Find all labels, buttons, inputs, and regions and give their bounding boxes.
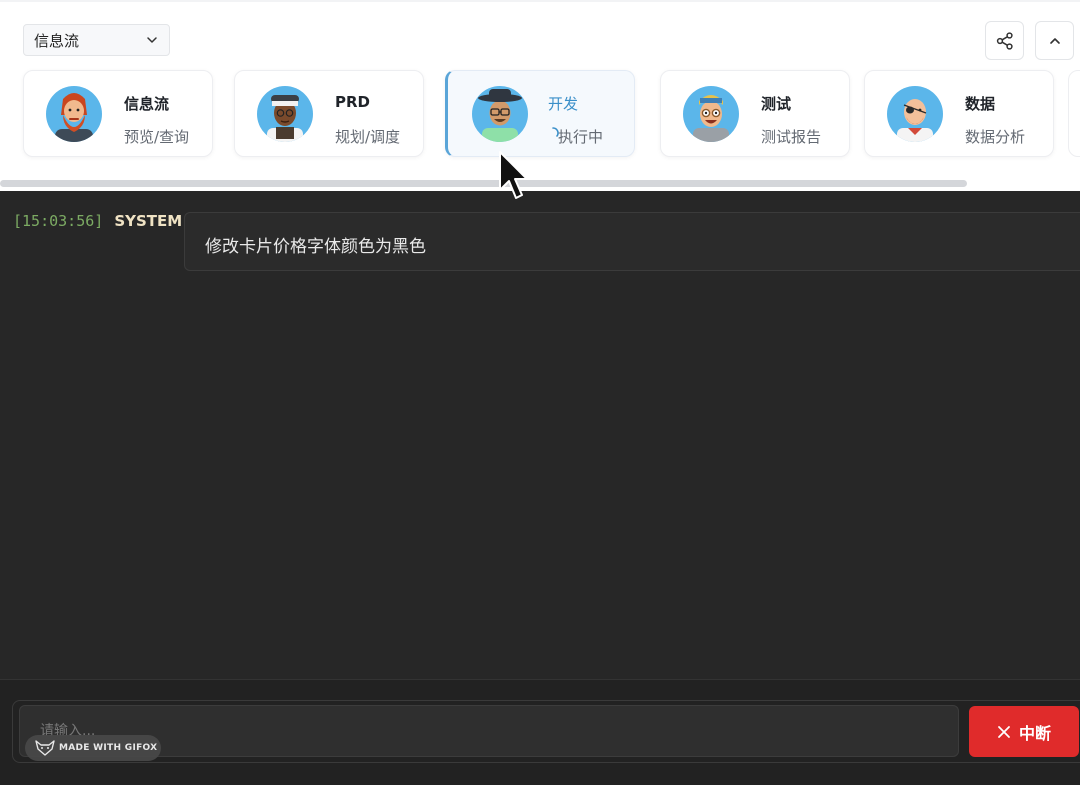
chevron-up-icon [1049,37,1060,44]
agent-card-feed[interactable]: 信息流 预览/查询 [23,70,213,157]
log-message: 修改卡片价格字体颜色为黑色 [184,212,1080,271]
interrupt-label: 中断 [1018,723,1051,743]
agent-status: 执行中 [558,128,604,146]
fox-logo-icon [35,740,55,756]
log-console: [15:03:56] SYSTEM 修改卡片价格字体颜色为黑色 [0,191,1080,679]
agent-card-prd[interactable]: PRD 规划/调度 [234,70,424,157]
gifox-watermark: MADE WITH GIFOX [25,735,161,761]
close-icon [998,725,1010,738]
view-select-dropdown[interactable]: 信息流 [23,24,170,56]
agent-name: 开发 [548,95,579,113]
view-select-value: 信息流 [34,31,80,50]
collapse-button[interactable] [1035,21,1074,60]
agent-subtitle: 规划/调度 [335,128,401,146]
share-button[interactable] [985,21,1024,60]
agent-name: PRD [335,93,370,111]
agent-card-strip: 信息流 预览/查询 PRD 规划/调度 开发 执行中 测试 测试报告 数据 数据… [0,70,1080,158]
agent-name: 数据 [965,95,996,113]
log-sender: SYSTEM [114,212,183,230]
avatar-hat-icon [472,86,528,142]
agent-subtitle: 数据分析 [965,128,1026,146]
agent-subtitle: 预览/查询 [124,128,190,146]
avatar-eyepatch-icon [887,86,943,142]
agent-card-partial[interactable] [1068,70,1080,157]
log-timestamp: [15:03:56] [13,212,104,230]
avatar-glasses-icon [683,86,739,142]
agent-name: 信息流 [124,95,170,113]
chevron-down-icon [147,37,157,43]
agent-card-test[interactable]: 测试 测试报告 [660,70,850,157]
interrupt-button[interactable]: 中断 [969,706,1079,757]
agent-card-data[interactable]: 数据 数据分析 [864,70,1054,157]
avatar-redbeard-icon [46,86,102,142]
log-entry-meta: [15:03:56] SYSTEM [13,212,182,230]
horizontal-scrollbar[interactable] [0,180,967,187]
agent-name: 测试 [761,95,792,113]
agent-card-dev[interactable]: 开发 执行中 [445,70,635,157]
share-icon [996,31,1013,50]
agent-subtitle: 测试报告 [761,128,822,146]
watermark-text: MADE WITH GIFOX [59,743,158,753]
input-bar: 中断 [0,679,1080,785]
avatar-capped-icon [257,86,313,142]
agent-panel: 信息流 信息流 预览/查询 PRD 规划/调度 开发 执行中 测试 测试报告 数… [0,0,1080,191]
